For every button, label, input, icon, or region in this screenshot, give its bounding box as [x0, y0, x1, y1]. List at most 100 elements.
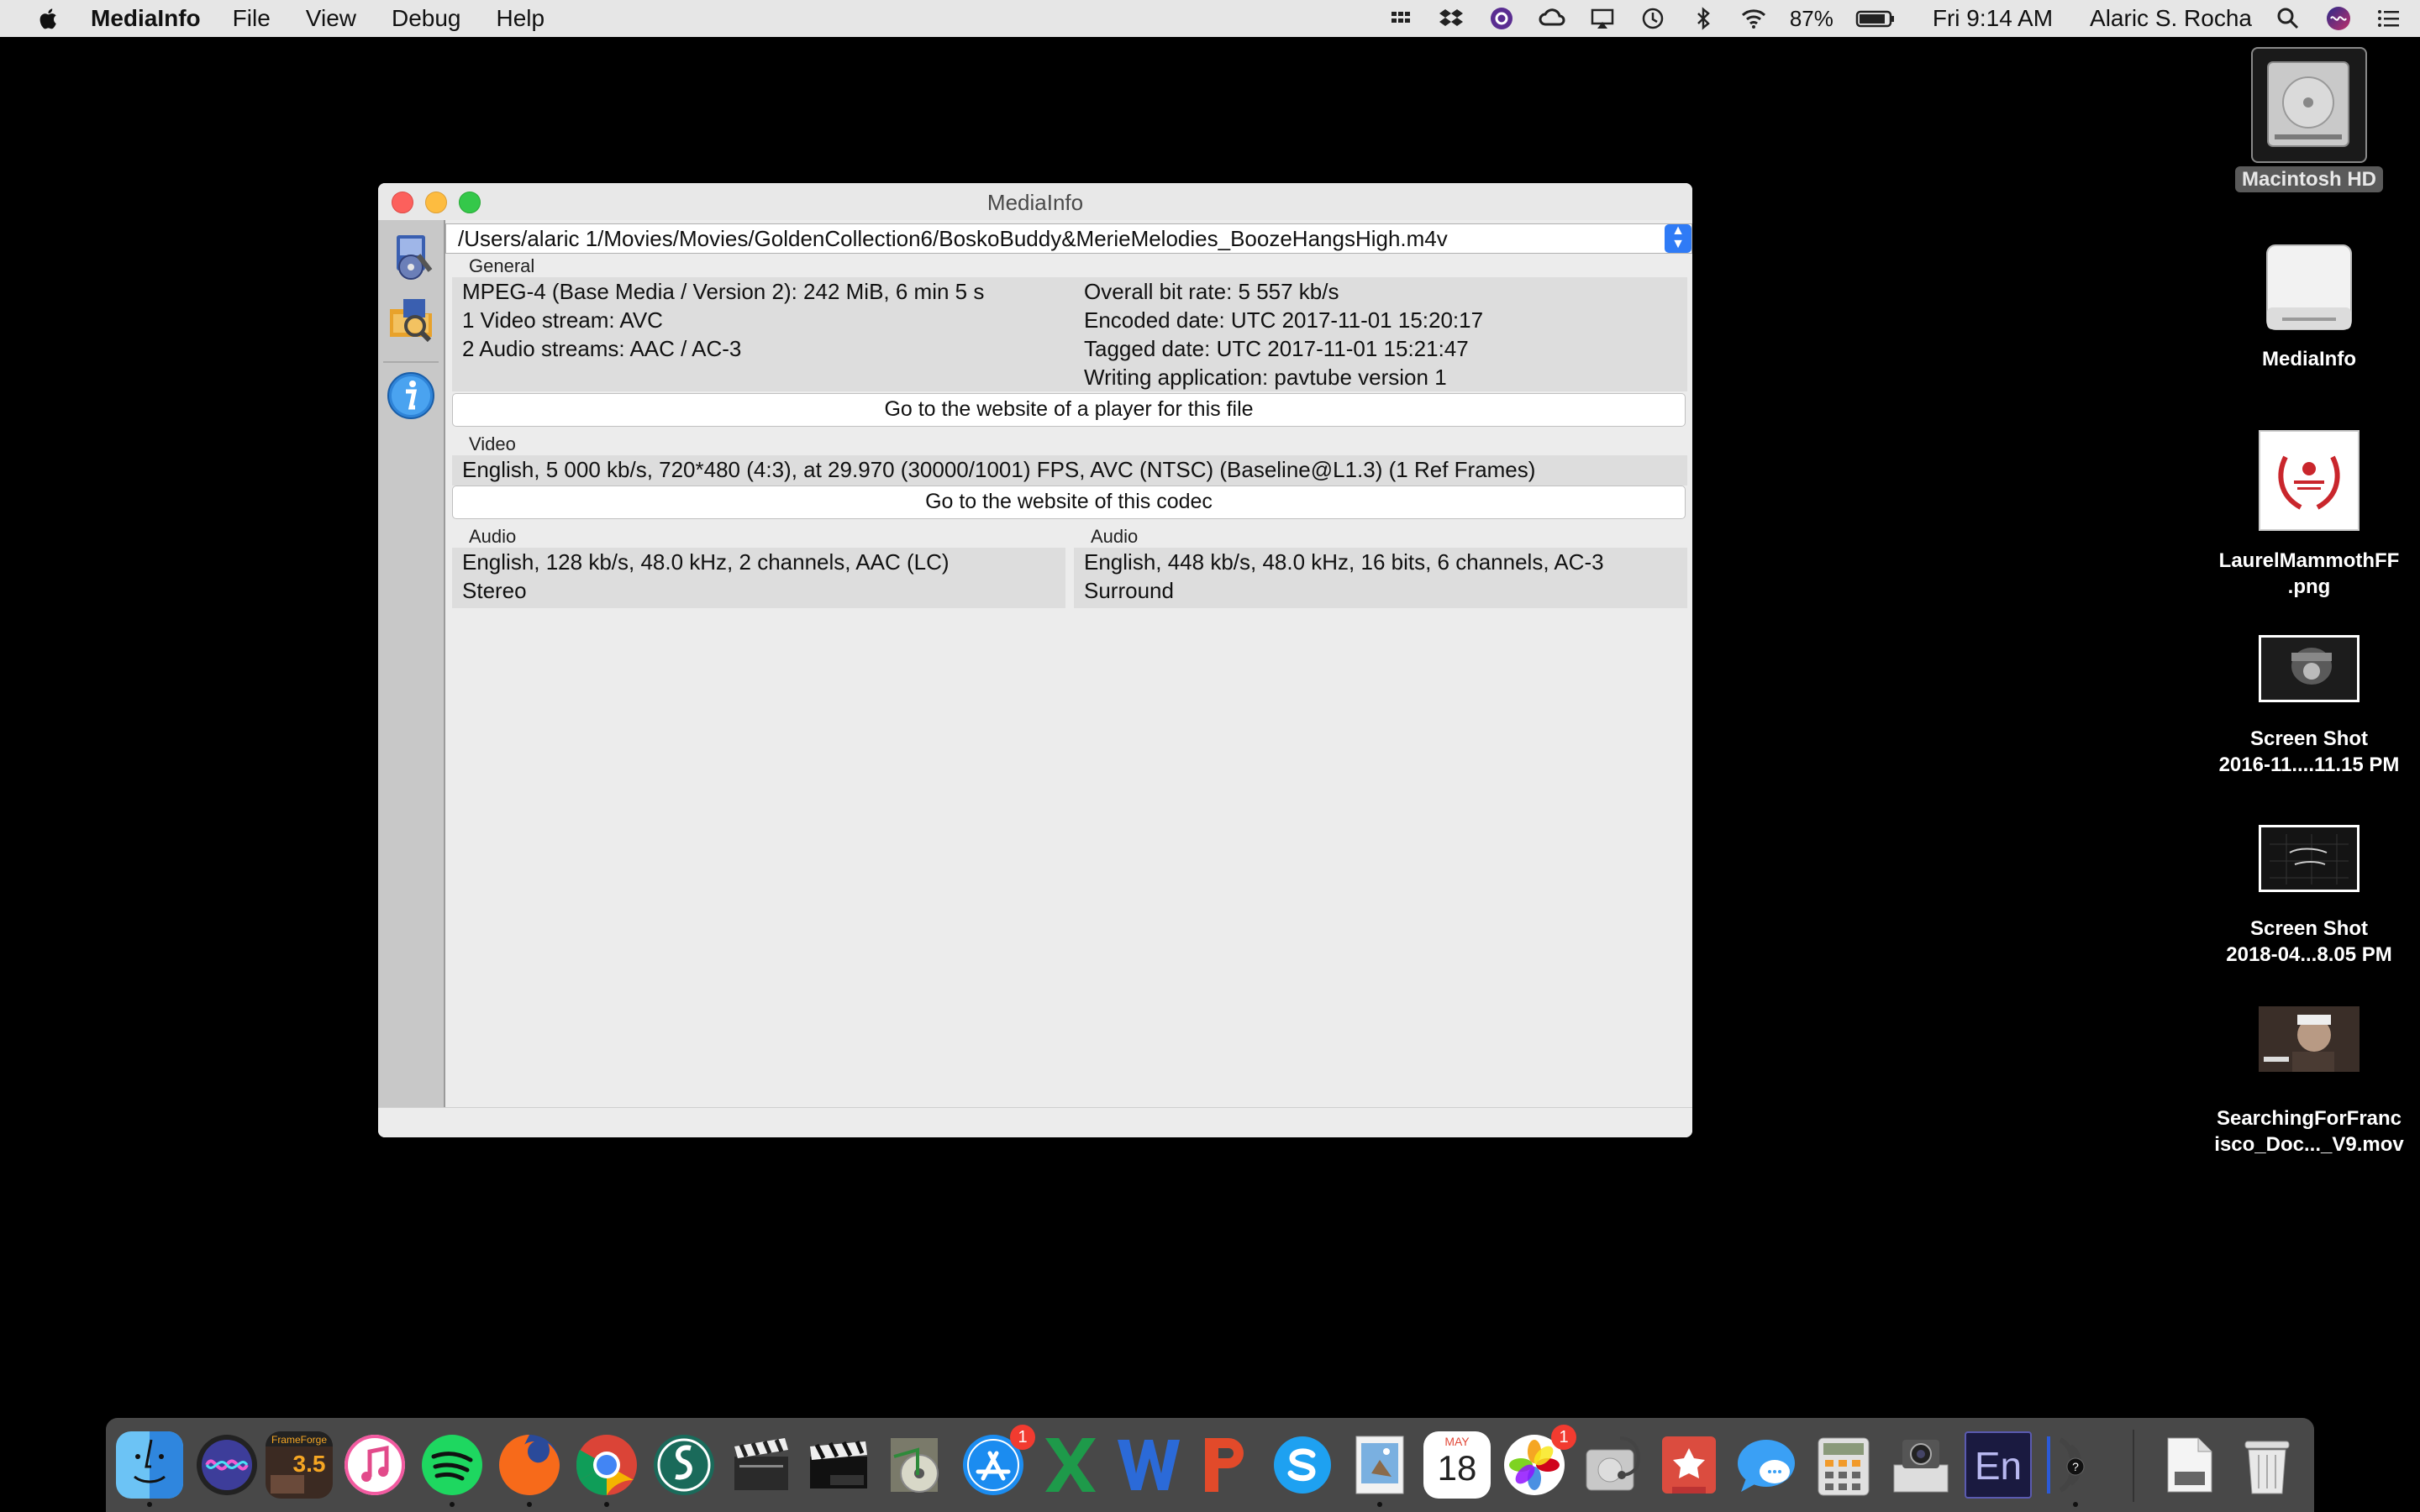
audio-1-mode: Stereo — [462, 578, 527, 603]
siri-icon[interactable] — [193, 1431, 260, 1499]
desktop-label-screenshot-2018: Screen Shot 2018-04...8.05 PM — [2226, 917, 2392, 966]
firefox-icon[interactable] — [496, 1431, 563, 1499]
encore-label: En — [1974, 1444, 2023, 1488]
open-file-icon[interactable] — [385, 230, 437, 282]
desktop-label-laurel: LaurelMammothFF .png — [2218, 549, 2400, 598]
general-audio-count: 2 Audio streams: AAC / AC-3 — [462, 336, 742, 361]
mediainfo-window: MediaInfo /Users/alaric 1/Movies/Movies/… — [378, 183, 1692, 1137]
select-chevron-icon[interactable]: ▲ ▼ — [1665, 224, 1691, 253]
menu-view[interactable]: View — [306, 5, 356, 32]
time-machine-icon[interactable] — [1639, 4, 1667, 33]
dock: FrameForge 3.5 1 MAY 18 1 En ? — [106, 1418, 2314, 1512]
audio-2-box: English, 448 kb/s, 48.0 kHz, 16 bits, 6 … — [1074, 548, 1687, 608]
running-indicator — [2073, 1502, 2078, 1507]
desktop-item-laurel-png[interactable]: LaurelMammothFF .png — [2212, 430, 2406, 600]
calendar-day: 18 — [1437, 1448, 1477, 1488]
codec-website-button[interactable]: Go to the website of this codec — [452, 486, 1686, 519]
disk-utility-icon[interactable] — [1578, 1431, 1645, 1499]
battery-percent: 87% — [1789, 5, 1833, 31]
left-toolbar — [378, 220, 445, 1121]
clapper-icon[interactable] — [728, 1431, 795, 1499]
wifi-icon[interactable] — [1739, 4, 1768, 33]
user-name[interactable]: Alaric S. Rocha — [2090, 5, 2252, 32]
audio-1-box: English, 128 kb/s, 48.0 kHz, 2 channels,… — [452, 548, 1065, 608]
menu-file[interactable]: File — [233, 5, 271, 32]
menu-debug[interactable]: Debug — [392, 5, 461, 32]
about-info-icon[interactable] — [385, 370, 437, 422]
title-bar[interactable]: MediaInfo — [378, 183, 1692, 220]
powerpoint-icon[interactable] — [1192, 1431, 1259, 1499]
open-folder-icon[interactable] — [385, 292, 437, 344]
dropbox-icon[interactable] — [1437, 4, 1465, 33]
calendar-month: MAY — [1444, 1435, 1470, 1448]
video-details: English, 5 000 kb/s, 720*480 (4:3), at 2… — [462, 457, 1536, 482]
menu-help[interactable]: Help — [497, 5, 545, 32]
file-icon[interactable] — [2156, 1431, 2223, 1499]
spotlight-search-icon[interactable] — [2274, 4, 2302, 33]
main-content: /Users/alaric 1/Movies/Movies/GoldenColl… — [445, 220, 1692, 1121]
general-bitrate: Overall bit rate: 5 557 kb/s — [1084, 279, 1339, 304]
image-capture-icon[interactable] — [1887, 1431, 1954, 1499]
messages-icon[interactable] — [1733, 1431, 1800, 1499]
audio-icon[interactable]: ? — [2042, 1431, 2109, 1499]
wunderlist-icon[interactable] — [1655, 1431, 1723, 1499]
final-cut-pro-icon[interactable] — [805, 1431, 872, 1499]
movie-thumbnail-icon — [2259, 1006, 2360, 1072]
general-writing-app: Writing application: pavtube version 1 — [1084, 365, 1447, 390]
desktop-item-movie[interactable]: SearchingForFranc isco_Doc..._V9.mov — [2212, 1006, 2406, 1158]
general-tagged-date: Tagged date: UTC 2017-11-01 15:21:47 — [1084, 336, 1469, 361]
chrome-icon[interactable] — [573, 1431, 640, 1499]
player-website-button[interactable]: Go to the website of a player for this f… — [452, 393, 1686, 427]
spotify-icon[interactable] — [418, 1431, 486, 1499]
audio-2-details: English, 448 kb/s, 48.0 kHz, 16 bits, 6 … — [1084, 549, 1604, 575]
running-indicator — [604, 1502, 609, 1507]
desktop-label-macintosh-hd: Macintosh HD — [2234, 166, 2383, 192]
calendar-icon[interactable]: MAY 18 — [1423, 1431, 1491, 1499]
dock-separator — [2133, 1430, 2134, 1502]
circle-app-icon[interactable] — [1487, 4, 1516, 33]
audio-2-mode: Surround — [1084, 578, 1174, 603]
itunes-icon[interactable] — [341, 1431, 408, 1499]
excel-icon[interactable] — [1037, 1431, 1104, 1499]
desktop-item-screenshot-2018[interactable]: Screen Shot 2018-04...8.05 PM — [2212, 825, 2406, 968]
battery-icon[interactable] — [1855, 4, 1896, 33]
running-indicator — [147, 1502, 152, 1507]
video-label: Video — [469, 433, 516, 454]
audio-1-details: English, 128 kb/s, 48.0 kHz, 2 channels,… — [462, 549, 950, 575]
desktop-item-screenshot-2016[interactable]: Screen Shot 2016-11....11.15 PM — [2212, 635, 2406, 778]
audio-2-label: Audio — [1091, 526, 1139, 547]
notification-center-icon[interactable] — [2375, 4, 2403, 33]
desktop-label-screenshot-2016: Screen Shot 2016-11....11.15 PM — [2218, 727, 2400, 776]
finder-icon[interactable] — [116, 1431, 183, 1499]
grid-status-icon[interactable] — [1386, 4, 1415, 33]
menu-app-name[interactable]: MediaInfo — [91, 5, 201, 32]
creative-cloud-icon[interactable] — [1538, 4, 1566, 33]
video-box: English, 5 000 kb/s, 720*480 (4:3), at 2… — [452, 455, 1687, 486]
screenshot-thumbnail-icon — [2259, 825, 2360, 892]
desktop-item-macintosh-hd[interactable]: Macintosh HD — [2212, 47, 2406, 192]
frameforge-icon[interactable]: FrameForge 3.5 — [266, 1431, 333, 1499]
clock[interactable]: Fri 9:14 AM — [1933, 5, 2053, 32]
screenshot-thumbnail-icon — [2259, 635, 2360, 702]
word-icon[interactable] — [1114, 1431, 1181, 1499]
toolbar-divider — [383, 361, 439, 363]
apple-menu-icon[interactable] — [34, 3, 64, 34]
audio-1-label: Audio — [469, 526, 517, 547]
file-path-select[interactable]: /Users/alaric 1/Movies/Movies/GoldenColl… — [445, 223, 1692, 254]
desktop-label-movie: SearchingForFranc isco_Doc..._V9.mov — [2214, 1107, 2404, 1156]
airplay-icon[interactable] — [1588, 4, 1617, 33]
dvd-icon[interactable] — [882, 1431, 950, 1499]
siri-icon[interactable] — [2324, 4, 2353, 33]
trash-icon[interactable] — [2233, 1431, 2301, 1499]
hard-drive-icon — [2251, 47, 2367, 163]
running-indicator — [527, 1502, 532, 1507]
window-title: MediaInfo — [986, 190, 1084, 215]
desktop-item-mediainfo[interactable]: MediaInfo — [2212, 240, 2406, 372]
scrivener-icon[interactable] — [650, 1431, 718, 1499]
laurel-image-icon — [2259, 430, 2360, 531]
encore-icon[interactable]: En — [1965, 1431, 2032, 1499]
bluetooth-icon[interactable] — [1689, 4, 1718, 33]
calculator-icon[interactable] — [1810, 1431, 1877, 1499]
skype-icon[interactable] — [1269, 1431, 1336, 1499]
preview-icon[interactable] — [1346, 1431, 1413, 1499]
